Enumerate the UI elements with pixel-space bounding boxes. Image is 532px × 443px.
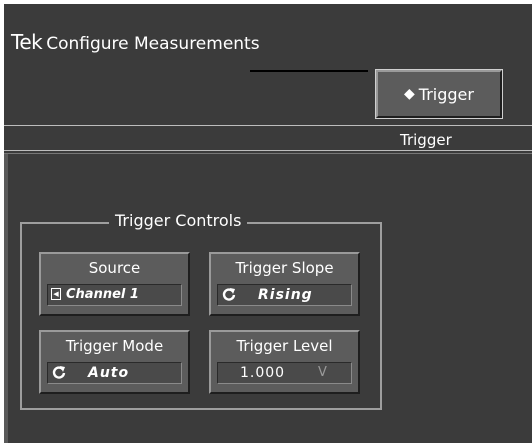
trigger-level-control-label: Trigger Level bbox=[236, 337, 333, 355]
source-control-label: Source bbox=[88, 259, 141, 277]
cycle-icon bbox=[52, 366, 66, 379]
left-edge-bar bbox=[4, 154, 8, 443]
tab-bar-top-rule bbox=[4, 125, 532, 126]
trigger-level-field[interactable]: 1.000 V bbox=[217, 362, 352, 384]
tab-bar-bottom-rule bbox=[4, 150, 532, 151]
source-value: Channel 1 bbox=[66, 287, 139, 302]
brand-logo: Tek bbox=[11, 30, 43, 54]
trigger-slope-control[interactable]: Trigger Slope Rising bbox=[209, 252, 360, 316]
trigger-mode-value: Auto bbox=[88, 365, 130, 381]
cycle-icon bbox=[222, 288, 236, 301]
trigger-level-control[interactable]: Trigger Level 1.000 V bbox=[209, 330, 360, 394]
screen: Tek Configure Measurements ◆ Trigger Trig… bbox=[0, 0, 532, 443]
header-divider bbox=[250, 70, 368, 72]
trigger-mode-toggle[interactable]: Auto bbox=[47, 362, 182, 384]
trigger-controls-group-title: Trigger Controls bbox=[109, 211, 248, 230]
configure-measurements-panel: Tek Configure Measurements ◆ Trigger Trig… bbox=[4, 4, 532, 443]
tab-bar-shadow-rule bbox=[4, 153, 532, 154]
trigger-slope-control-label: Trigger Slope bbox=[235, 259, 334, 277]
trigger-mode-control[interactable]: Trigger Mode Auto bbox=[39, 330, 190, 394]
source-dropdown[interactable]: ◀ Channel 1 bbox=[47, 284, 182, 306]
window-title: Tek Configure Measurements bbox=[11, 32, 260, 53]
left-arrow-icon: ◀ bbox=[51, 288, 61, 300]
trigger-mode-control-label: Trigger Mode bbox=[65, 337, 164, 355]
trigger-tab-button-label: Trigger bbox=[418, 84, 474, 104]
source-control[interactable]: Source ◀ Channel 1 bbox=[39, 252, 190, 316]
trigger-slope-value: Rising bbox=[258, 287, 313, 303]
trigger-level-unit: V bbox=[318, 365, 327, 380]
trigger-slope-toggle[interactable]: Rising bbox=[217, 284, 352, 306]
trigger-tab-button[interactable]: ◆ Trigger bbox=[376, 70, 502, 118]
tab-trigger[interactable]: Trigger bbox=[400, 131, 452, 149]
diamond-icon: ◆ bbox=[404, 86, 415, 102]
page-title: Configure Measurements bbox=[46, 34, 260, 54]
trigger-level-value: 1.000 bbox=[240, 365, 286, 381]
